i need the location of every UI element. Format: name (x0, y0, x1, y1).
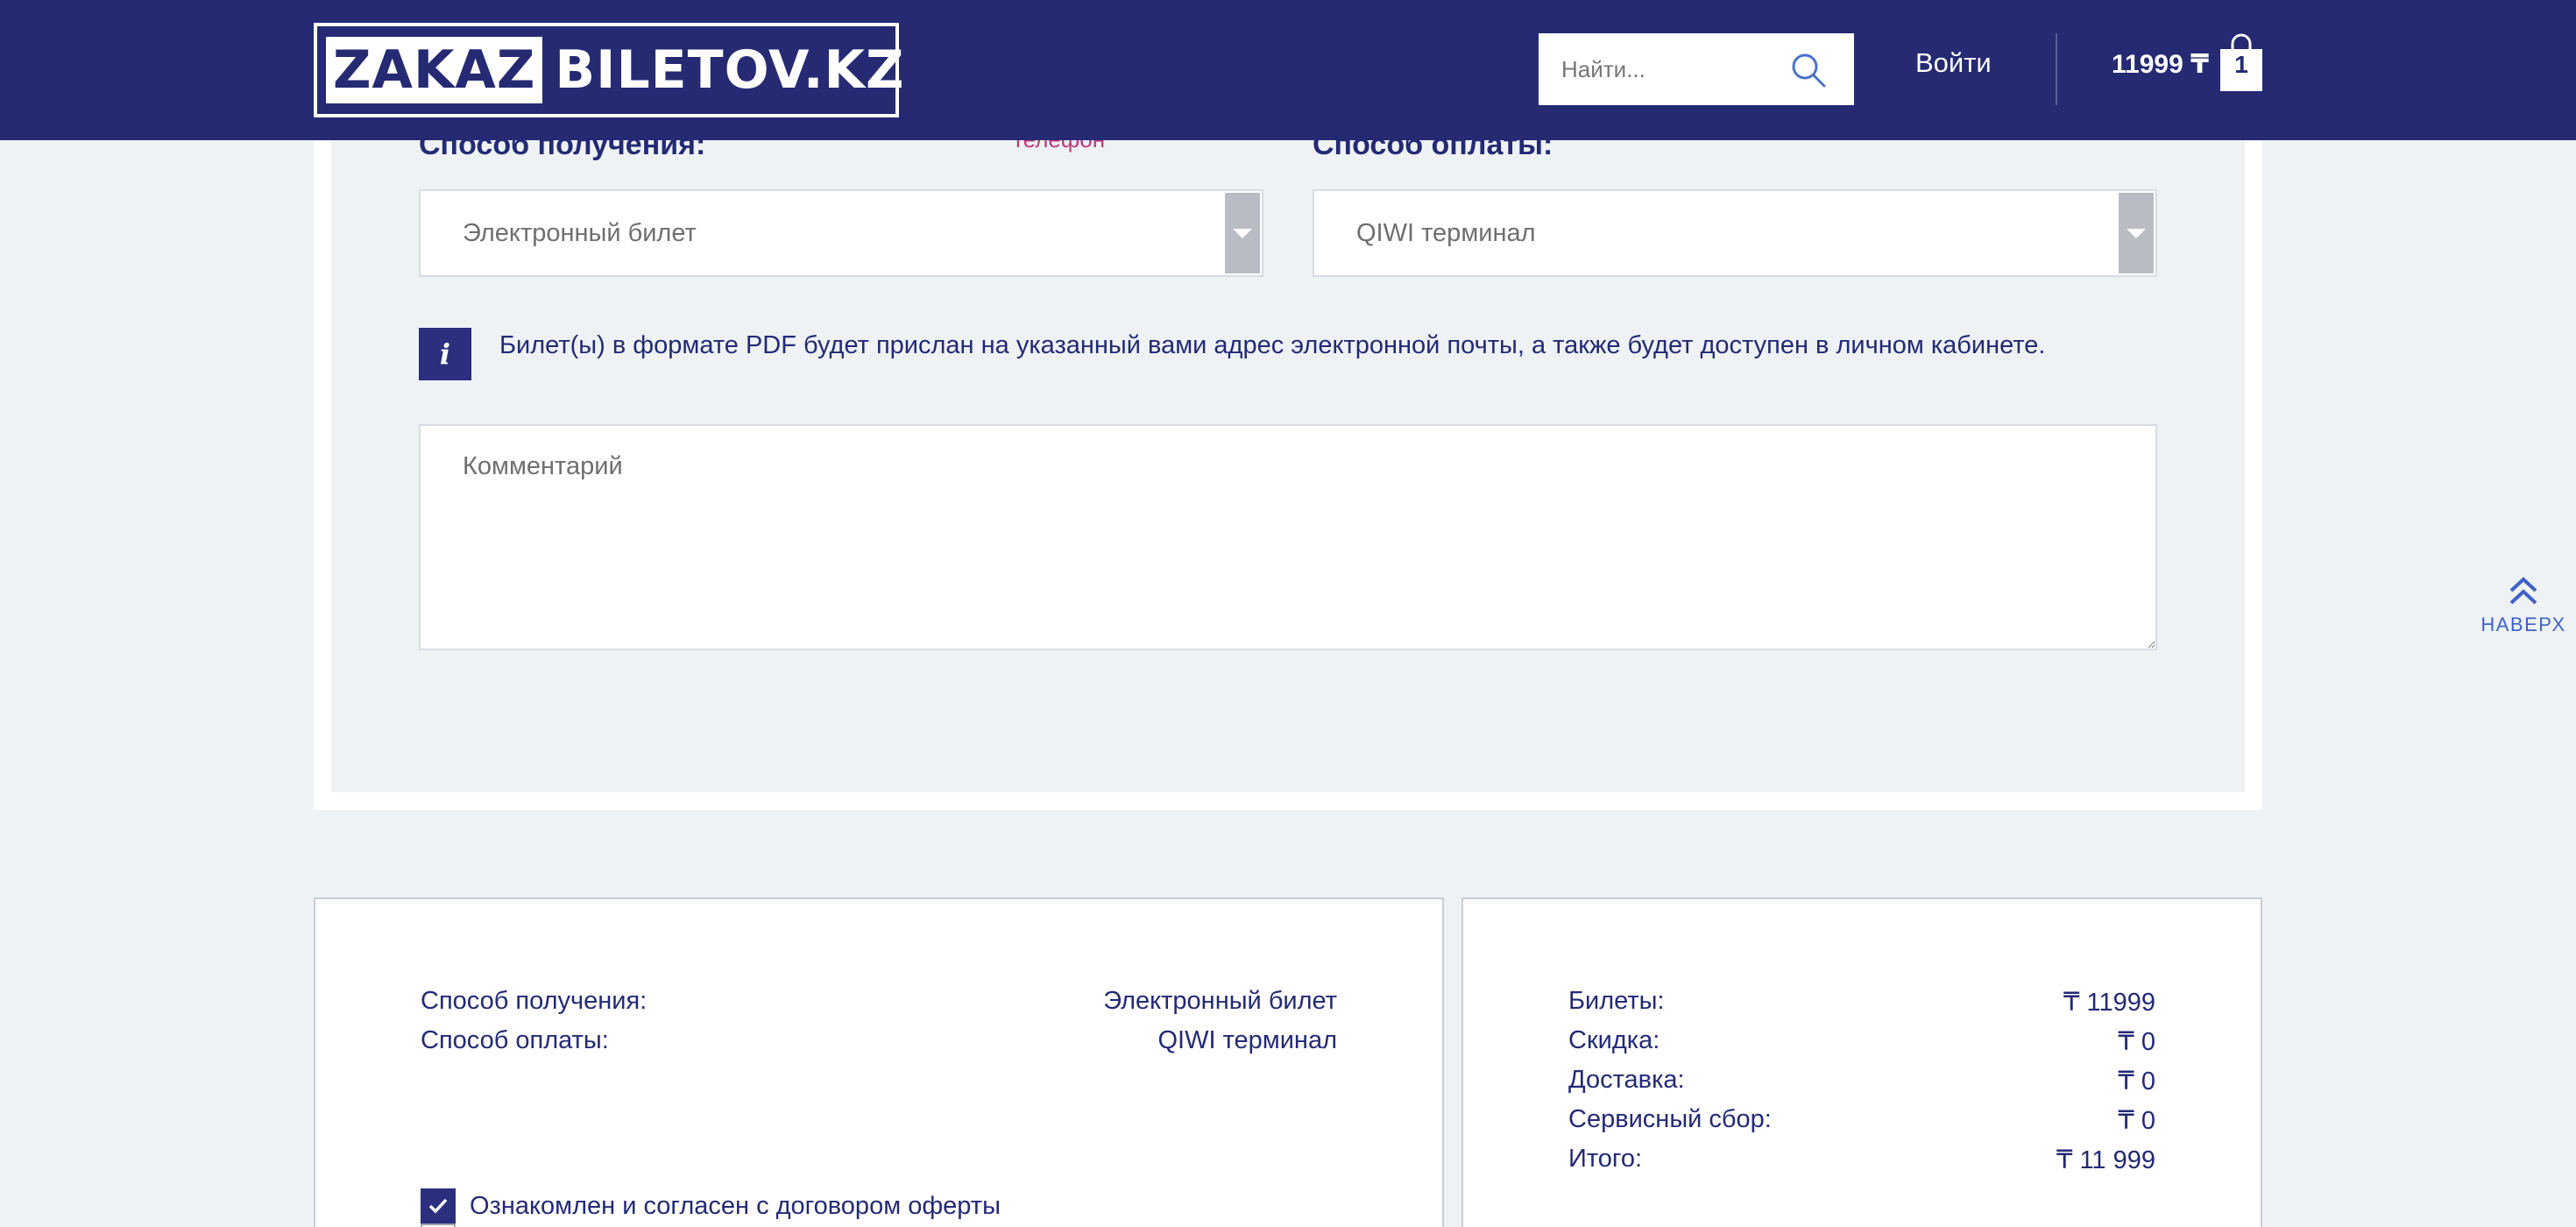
agreement-checkbox[interactable] (421, 1188, 456, 1223)
back-to-top-button[interactable]: НАВЕРХ (2476, 575, 2571, 636)
search-icon[interactable] (1789, 51, 1828, 89)
logo-part-1: ZAKAZ (326, 37, 543, 103)
price-row-label: Билеты: (1568, 987, 1665, 1015)
back-to-top-label: НАВЕРХ (2480, 614, 2566, 635)
price-summary-box (1461, 897, 2262, 1227)
price-row-label: Доставка: (1568, 1066, 1685, 1094)
price-row-label: Скидка: (1568, 1026, 1660, 1054)
price-row: Билеты: ₸ 11999 (1568, 987, 2155, 1018)
summary-row: Способ оплаты: QIWI терминал (421, 1026, 1337, 1055)
login-link[interactable]: Войти (1915, 47, 1992, 79)
chevron-down-icon[interactable] (1225, 193, 1260, 273)
summary-row-label: Способ получения: (421, 987, 648, 1015)
offer-contract-link[interactable]: договором оферты (776, 1192, 1001, 1221)
search-box (1539, 33, 1854, 105)
info-icon: i (419, 328, 471, 380)
price-row: Доставка: ₸ 0 (1568, 1066, 2155, 1096)
summary-row-value: Электронный билет (1103, 987, 1337, 1015)
cart-count-badge[interactable]: 1 (2219, 51, 2264, 79)
delivery-method-value: Электронный билет (463, 219, 697, 247)
agreement-text: Ознакомлен и согласен с (470, 1191, 769, 1220)
summary-row-value: QIWI терминал (1157, 1026, 1337, 1054)
cart-total[interactable]: 11999 ₸ (2112, 49, 2209, 80)
comment-field[interactable] (419, 424, 2157, 650)
delivery-method-select[interactable]: Электронный билет (419, 189, 1263, 277)
header-divider (2056, 33, 2057, 105)
summary-row: Способ получения: Электронный билет (421, 987, 1337, 1016)
price-row-label: Сервисный сбор: (1568, 1105, 1772, 1133)
summary-row-label: Способ оплаты: (421, 1026, 609, 1054)
search-input[interactable] (1539, 33, 1784, 105)
order-summary-box (314, 897, 1444, 1227)
payment-method-value: QIWI терминал (1356, 219, 1536, 247)
price-row-total: Итого: ₸ 11 999 (1568, 1145, 2155, 1175)
price-row: Скидка: ₸ 0 (1568, 1026, 2155, 1057)
price-row-value: ₸ 0 (2118, 1107, 2155, 1135)
chevron-down-icon[interactable] (2119, 193, 2154, 273)
site-logo[interactable]: ZAKAZ BILETOV.KZ (314, 23, 903, 117)
checkmark-icon (428, 1198, 448, 1214)
price-row-value: ₸ 0 (2118, 1028, 2155, 1056)
payment-method-select[interactable]: QIWI терминал (1313, 189, 2157, 277)
price-row-value: ₸ 0 (2118, 1067, 2155, 1096)
price-row-label: Итого: (1568, 1145, 1643, 1173)
logo-part-2: BILETOV.KZ (555, 39, 905, 101)
double-chevron-up-icon (2509, 577, 2537, 605)
site-header: ZAKAZ BILETOV.KZ Войти 11999 ₸ 1 (0, 0, 2576, 140)
second-checkbox[interactable] (421, 1223, 456, 1227)
price-row-value: ₸ 11999 (2063, 989, 2155, 1017)
price-row: Сервисный сбор: ₸ 0 (1568, 1105, 2155, 1136)
offer-agreement: Ознакомлен и согласен с договором оферты (421, 1188, 1001, 1223)
delivery-info-text: Билет(ы) в формате PDF будет прислан на … (499, 331, 2046, 359)
price-row-value: ₸ 11 999 (2056, 1146, 2155, 1174)
